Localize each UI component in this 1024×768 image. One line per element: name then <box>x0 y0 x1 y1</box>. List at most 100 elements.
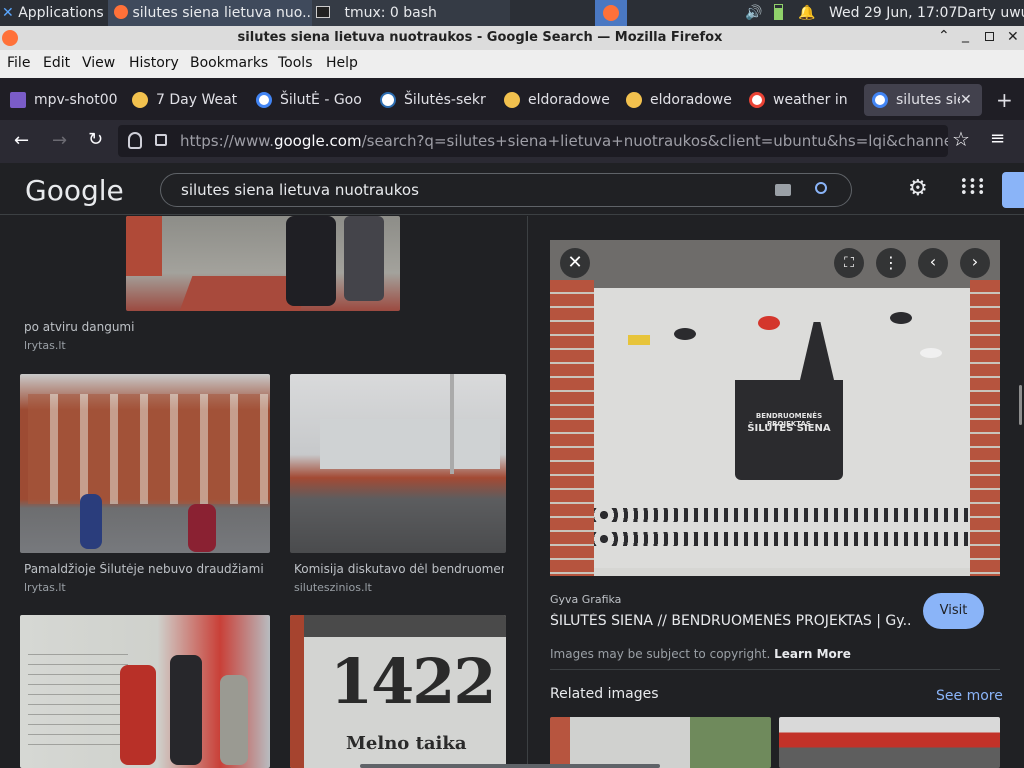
volume-icon[interactable]: 🔊 <box>745 0 762 26</box>
horizontal-scrollbar[interactable] <box>360 764 660 768</box>
hamburger-menu-icon[interactable]: ≡ <box>990 128 1005 149</box>
window-titlebar: silutes siena lietuva nuotraukos - Googl… <box>0 26 1024 50</box>
result-source-0[interactable]: lrytas.lt <box>24 339 66 352</box>
art-year-text: 1422 <box>330 645 497 718</box>
copyright-notice: Images may be subject to copyright. Lear… <box>550 647 851 661</box>
menu-edit[interactable]: Edit <box>43 55 70 71</box>
search-input[interactable]: silutes siena lietuva nuotraukos <box>181 174 419 206</box>
preview-image[interactable]: BENDRUOMENĖS PROJEKTAS ŠILUTĖS SIENA ✕ ⛶… <box>550 240 1000 576</box>
window-title: silutes siena lietuva nuotraukos - Googl… <box>237 30 723 45</box>
google-icon <box>256 92 272 108</box>
applications-menu[interactable]: ✕ Applications <box>2 0 104 26</box>
taskbar-window-terminal[interactable]: tmux: 0 bash <box>312 0 510 26</box>
menu-help[interactable]: Help <box>326 55 358 71</box>
url-bar[interactable]: https://www.google.com/search?q=silutes+… <box>118 125 948 157</box>
system-taskbar: ✕ Applications silutes siena lietuva nuo… <box>0 0 1024 26</box>
taskbar-window-terminal-label: tmux: 0 bash <box>344 5 437 21</box>
sign-in-button[interactable] <box>1002 172 1024 208</box>
google-icon <box>872 92 888 108</box>
notification-bell-icon[interactable]: 🔔 <box>798 0 815 26</box>
tab-silutes-sekr[interactable]: Šilutės-sekr <box>372 84 490 116</box>
search-icon[interactable] <box>815 182 827 194</box>
clock[interactable]: Wed 29 Jun, 17:07 <box>829 0 957 26</box>
art-subtitle-text: Melno taika <box>346 733 467 754</box>
menu-view[interactable]: View <box>82 55 115 71</box>
menu-file[interactable]: File <box>7 55 30 71</box>
tab-weather-in[interactable]: weather in <box>741 84 859 116</box>
bookmark-star-icon[interactable]: ☆ <box>952 127 970 151</box>
tracking-shield-icon[interactable] <box>128 132 142 149</box>
firefox-icon <box>114 5 128 19</box>
terminal-icon <box>316 6 330 18</box>
wordpress-icon <box>380 92 396 108</box>
tab-silute-google[interactable]: ŠilutĖ - Goo <box>248 84 366 116</box>
user-menu[interactable]: Darty uwu <box>957 0 1024 26</box>
image-preview-panel: BENDRUOMENĖS PROJEKTAS ŠILUTĖS SIENA ✕ ⛶… <box>527 216 1024 768</box>
next-image-icon[interactable]: › <box>960 248 990 278</box>
lock-icon[interactable] <box>155 134 167 146</box>
page-scrollbar[interactable] <box>1019 385 1022 425</box>
tab-eldoradowe-1[interactable]: eldoradowe <box>496 84 614 116</box>
firefox-launcher-icon <box>603 5 619 21</box>
taskbar-window-firefox-label: silutes siena lietuva nuo... <box>132 5 312 21</box>
sun-icon <box>626 92 642 108</box>
result-thumb-2[interactable] <box>290 374 506 553</box>
search-box[interactable]: silutes siena lietuva nuotraukos <box>160 173 852 207</box>
firefox-launcher[interactable] <box>595 0 627 26</box>
more-options-icon[interactable]: ⋮ <box>876 248 906 278</box>
result-source-1[interactable]: lrytas.lt <box>24 581 66 594</box>
menu-history[interactable]: History <box>129 55 179 71</box>
tab-mpv-shot[interactable]: mpv-shot00 <box>2 84 120 116</box>
previous-image-icon[interactable]: ‹ <box>918 248 948 278</box>
close-preview-button[interactable]: ✕ <box>560 248 590 278</box>
learn-more-link[interactable]: Learn More <box>774 647 851 661</box>
menu-bar: File Edit View History Bookmarks Tools H… <box>0 50 1024 78</box>
see-more-link[interactable]: See more <box>936 688 1003 704</box>
google-logo[interactable]: Google <box>25 174 124 207</box>
google-header: Google silutes siena lietuva nuotraukos … <box>0 163 1024 215</box>
tab-strip: mpv-shot00 7 Day Weat ŠilutĖ - Goo Šilut… <box>0 80 1024 120</box>
settings-gear-icon[interactable]: ⚙ <box>908 176 928 201</box>
result-thumb-1[interactable] <box>20 374 270 553</box>
back-button[interactable]: ← <box>14 130 29 151</box>
google-icon <box>749 92 765 108</box>
related-thumb-1[interactable] <box>779 717 1000 768</box>
tab-silutes-siena-active[interactable]: silutes sie ✕ <box>864 84 982 116</box>
result-caption-1[interactable]: Pamaldžioje Šilutėje nebuvo draudžiami .… <box>24 562 268 576</box>
tab-eldoradowe-2[interactable]: eldoradowe <box>618 84 736 116</box>
result-thumb-4[interactable]: 1422 Melno taika <box>290 615 506 768</box>
visit-button[interactable]: Visit <box>923 593 984 629</box>
applications-label: Applications <box>18 5 104 21</box>
forward-button[interactable]: → <box>52 130 67 151</box>
preview-site-name[interactable]: Gyva Grafika <box>550 593 621 606</box>
mpv-icon <box>10 92 26 108</box>
result-thumb-3[interactable] <box>20 615 270 768</box>
related-images-heading: Related images <box>550 686 659 702</box>
maximize-button[interactable] <box>985 32 994 41</box>
apps-grid-icon[interactable]: ••• ••• ••• <box>960 175 985 200</box>
battery-icon[interactable] <box>774 0 783 26</box>
url-text: https://www.google.com/search?q=silutes+… <box>180 132 948 150</box>
menu-tools[interactable]: Tools <box>278 55 313 71</box>
minimize-button[interactable]: _ <box>962 27 969 43</box>
result-caption-0[interactable]: po atviru dangumi <box>24 320 134 334</box>
lens-search-icon[interactable]: ⛶ <box>834 248 864 278</box>
reload-button[interactable]: ↻ <box>88 129 103 150</box>
tab-7-day-weather[interactable]: 7 Day Weat <box>124 84 242 116</box>
navigation-bar: ← → ↻ https://www.google.com/search?q=si… <box>0 120 1024 163</box>
chevron-up-icon[interactable]: ⌃ <box>938 28 950 44</box>
sun-icon <box>504 92 520 108</box>
result-source-2[interactable]: siluteszinios.lt <box>294 581 372 594</box>
camera-icon[interactable] <box>775 184 791 196</box>
new-tab-button[interactable]: + <box>996 88 1013 112</box>
close-window-button[interactable]: ✕ <box>1007 29 1019 45</box>
preview-image-text-2: ŠILUTĖS SIENA <box>747 423 831 434</box>
preview-title[interactable]: ŠILUTĖS SIENA // BENDRUOMENĖS PROJEKTAS … <box>550 613 910 629</box>
taskbar-window-firefox[interactable]: silutes siena lietuva nuo... <box>108 0 312 26</box>
related-thumb-0[interactable] <box>550 717 771 768</box>
close-tab-icon[interactable]: ✕ <box>960 84 972 116</box>
menu-bookmarks[interactable]: Bookmarks <box>190 55 268 71</box>
xfce-icon: ✕ <box>2 5 14 21</box>
result-thumb-0[interactable] <box>126 216 400 311</box>
result-caption-2[interactable]: Komisija diskutavo dėl bendruomen... <box>294 562 504 576</box>
